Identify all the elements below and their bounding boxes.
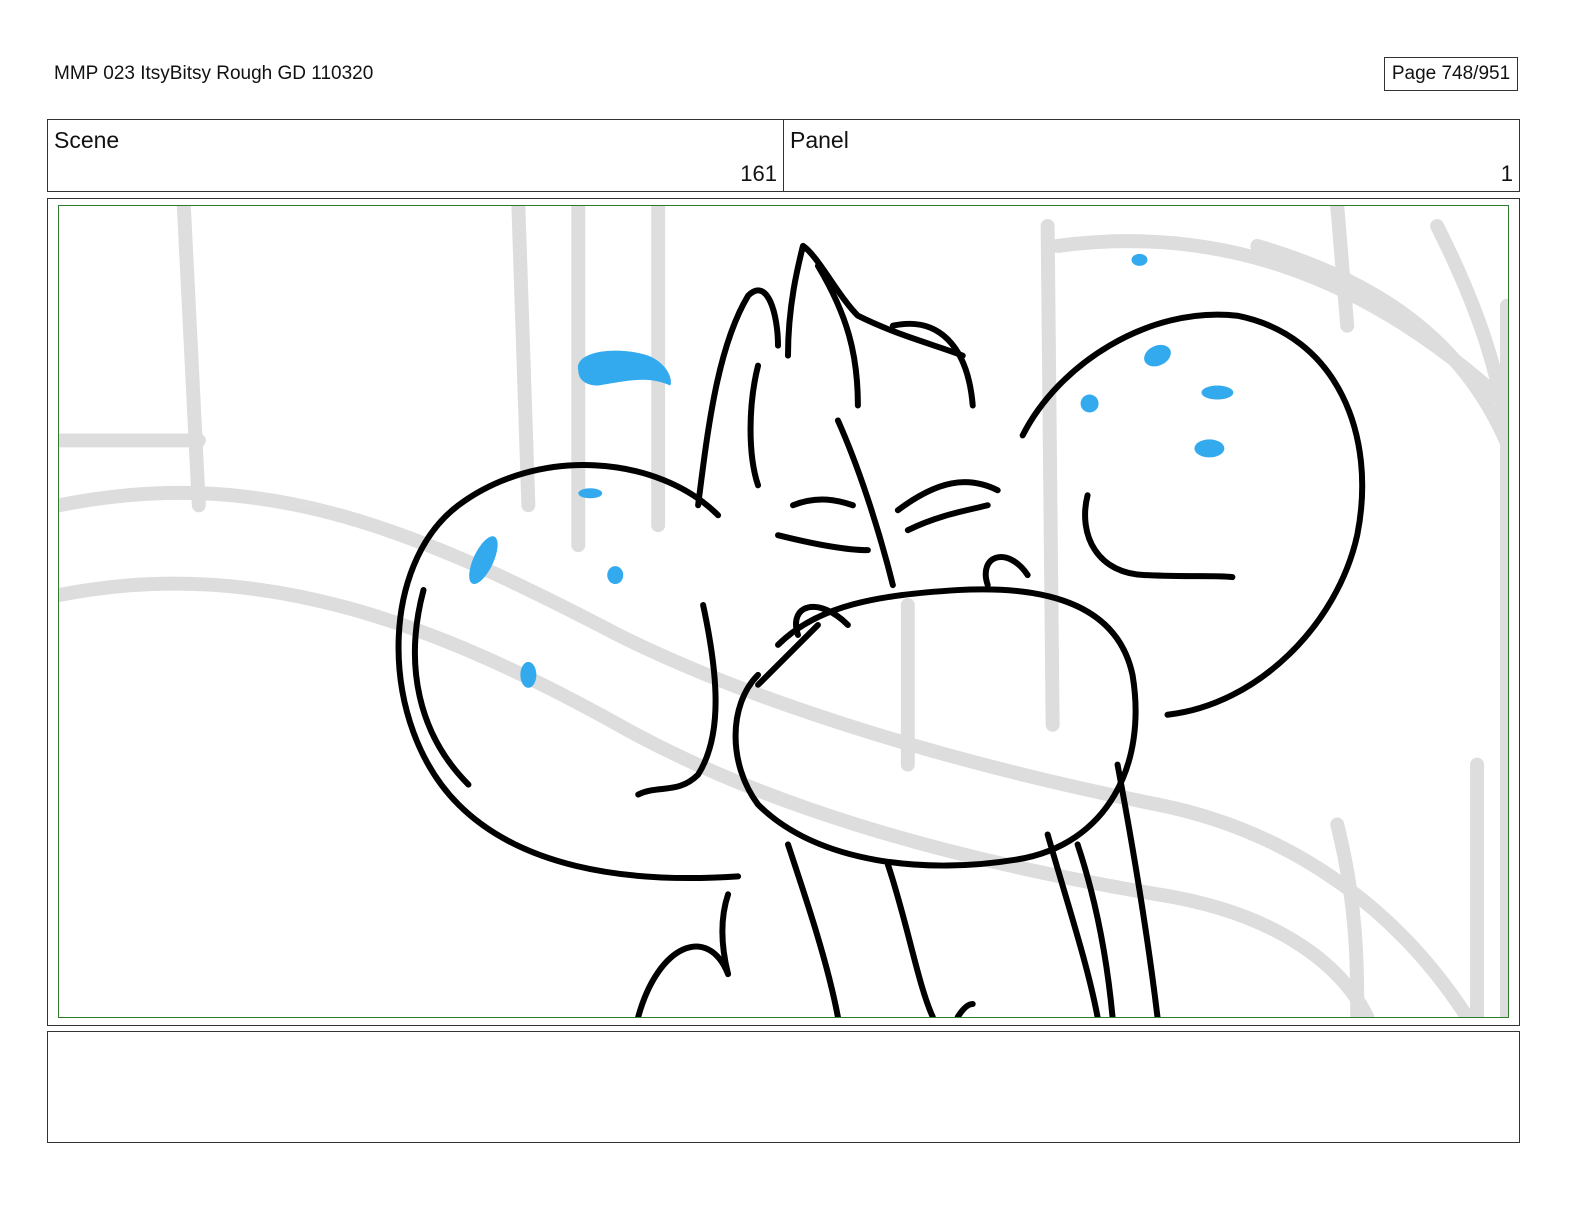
document-title: MMP 023 ItsyBitsy Rough GD 110320 [54,63,374,84]
scene-label: Scene [54,127,120,153]
page-number-box: Page 748/951 [1384,57,1518,91]
panel-number: 1 [1500,161,1513,186]
scene-panel-table: Scene 161 Panel 1 [47,119,1520,192]
scene-number: 161 [740,161,777,186]
scene-cell: Scene 161 [48,120,784,191]
page-number: Page 748/951 [1391,63,1511,84]
panel-label: Panel [790,127,849,153]
storyboard-drawing [59,206,1508,1017]
panel-cell: Panel 1 [784,120,1519,191]
background-sketch [59,206,1508,1017]
storyboard-frame [58,205,1509,1018]
panel-notes-box [47,1031,1520,1143]
